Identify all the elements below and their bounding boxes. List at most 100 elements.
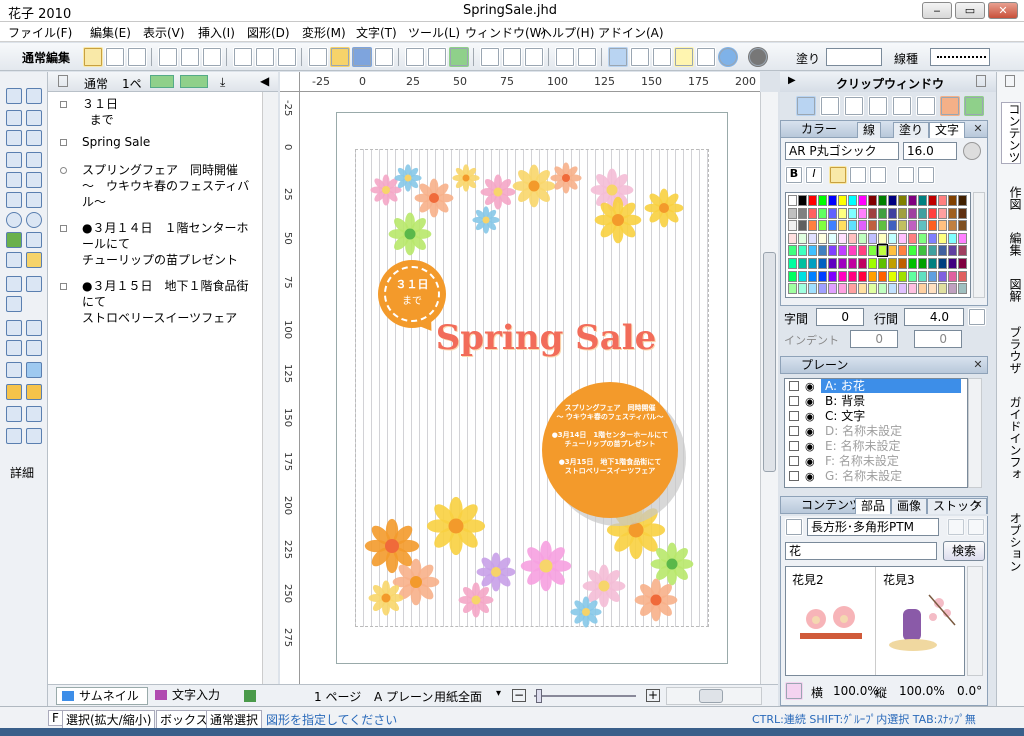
color-swatch[interactable] — [878, 283, 887, 295]
tab-fill[interactable]: 塗り — [893, 122, 930, 138]
tools-detail-label[interactable]: 詳細 — [10, 464, 34, 481]
stop-icon[interactable] — [748, 47, 768, 67]
flower-shape[interactable] — [476, 552, 516, 592]
status-select-scale[interactable]: 選択(拡大/縮小) — [62, 710, 156, 729]
color-swatch[interactable] — [868, 270, 877, 282]
color-swatch[interactable] — [788, 258, 797, 269]
edit-mode-icon[interactable] — [83, 47, 103, 67]
angle-value[interactable]: 0.0° — [957, 684, 982, 698]
color-swatch[interactable] — [878, 258, 887, 269]
color-swatch[interactable] — [838, 232, 847, 244]
color-swatch[interactable] — [868, 220, 877, 232]
color-swatch[interactable] — [918, 195, 927, 206]
dot-tool-icon[interactable] — [6, 252, 22, 268]
zoom-slider-thumb[interactable] — [536, 689, 542, 703]
zoom-out-icon[interactable]: − — [512, 689, 526, 702]
color-swatch[interactable] — [948, 220, 957, 232]
text-frame-icon[interactable] — [897, 166, 915, 184]
line-tool-icon[interactable] — [6, 172, 22, 188]
align-right-icon[interactable] — [869, 166, 887, 184]
color-swatch[interactable] — [818, 258, 827, 269]
status-normal-select[interactable]: 通常選択 — [206, 710, 263, 729]
color-swatch[interactable] — [878, 270, 887, 282]
color-swatch[interactable] — [918, 258, 927, 269]
color-swatch[interactable] — [838, 207, 847, 219]
outline-bullet[interactable] — [60, 139, 67, 146]
color-swatch[interactable] — [918, 245, 927, 257]
color-swatch[interactable] — [828, 220, 837, 232]
copy-icon[interactable] — [427, 47, 447, 67]
color-swatch[interactable] — [858, 283, 867, 295]
outline-line[interactable]: スプリングフェア 同時開催 — [82, 162, 238, 178]
menu-edit[interactable]: 編集(E) — [90, 24, 131, 41]
indent-input-b[interactable]: 0 — [914, 330, 962, 348]
fill-color-swatch[interactable] — [826, 48, 882, 66]
color-swatch[interactable] — [808, 283, 817, 295]
content-item-1[interactable]: 花見2 — [786, 567, 876, 675]
shadow-tool-icon[interactable] — [26, 340, 42, 356]
rotate-tool-icon[interactable] — [26, 88, 42, 104]
canvas-vertical-scrollbar[interactable] — [760, 92, 778, 684]
brush-tool-icon[interactable] — [26, 384, 42, 400]
plane-visible-checkbox[interactable] — [789, 471, 799, 481]
pointer-tool-icon[interactable] — [6, 110, 22, 126]
outline-move-icon[interactable] — [180, 75, 208, 88]
color-swatch[interactable] — [808, 270, 817, 282]
color-swatch[interactable] — [928, 258, 937, 269]
color-swatch[interactable] — [958, 195, 967, 206]
clip-leaf-icon[interactable] — [964, 96, 984, 116]
ruler-corner[interactable] — [280, 72, 300, 92]
color-swatch[interactable] — [828, 258, 837, 269]
tab-text[interactable]: 文字 — [929, 122, 966, 138]
table-icon[interactable] — [652, 47, 672, 67]
plane-name[interactable]: D: 名称未設定 — [821, 424, 961, 438]
eye-icon[interactable]: ◉ — [805, 470, 815, 484]
vtab-options[interactable]: オプション — [1001, 512, 1022, 572]
frame2-icon[interactable] — [180, 47, 200, 67]
clip-menu-icon[interactable] — [976, 75, 986, 87]
font-size-select[interactable]: 16.0 — [903, 142, 957, 160]
color-swatch[interactable] — [958, 207, 967, 219]
color-swatch[interactable] — [868, 283, 877, 295]
zoom-slider-track[interactable] — [534, 695, 636, 697]
color-swatch[interactable] — [888, 283, 897, 295]
color-swatch[interactable] — [868, 195, 877, 206]
menu-text[interactable]: 文字(T) — [356, 24, 397, 41]
plane-row[interactable]: ◉ A: お花 — [785, 379, 967, 394]
flower-shape[interactable] — [594, 196, 642, 244]
italic-button[interactable]: I — [805, 166, 823, 184]
minimize-button[interactable]: ‒ — [922, 2, 952, 19]
color-swatch[interactable] — [808, 195, 817, 206]
tab-images[interactable]: 画像 — [891, 498, 928, 514]
color-swatch[interactable] — [948, 245, 957, 257]
color-swatch[interactable] — [848, 270, 857, 282]
swap-tool-icon[interactable] — [26, 362, 42, 378]
color-swatch[interactable] — [938, 207, 947, 219]
node-tool-icon[interactable] — [26, 110, 42, 126]
color-swatch[interactable] — [838, 270, 847, 282]
spellcheck-icon[interactable] — [555, 47, 575, 67]
outline-line[interactable]: ストロベリースイーツフェア — [82, 310, 237, 326]
color-swatch[interactable] — [948, 207, 957, 219]
vtab-drawing[interactable]: 作図 — [1001, 186, 1022, 210]
help-icon[interactable] — [696, 47, 716, 67]
color-swatch[interactable] — [828, 207, 837, 219]
clip-chart-icon[interactable] — [844, 96, 864, 116]
color-swatch[interactable] — [898, 232, 907, 244]
color-swatch[interactable] — [798, 258, 807, 269]
color-swatch[interactable] — [938, 258, 947, 269]
menu-view[interactable]: 表示(V) — [143, 24, 185, 41]
scale-x-value[interactable]: 100.0% — [833, 684, 879, 698]
flower-shape[interactable] — [414, 178, 454, 218]
menu-tools[interactable]: ツール(L) — [408, 24, 460, 41]
color-swatch[interactable] — [838, 283, 847, 295]
color-swatch[interactable] — [888, 195, 897, 206]
color-swatch[interactable] — [798, 283, 807, 295]
color-swatch[interactable] — [818, 207, 827, 219]
outline-insert-icon[interactable] — [150, 75, 174, 88]
color-swatch[interactable] — [918, 232, 927, 244]
color-swatch[interactable] — [818, 195, 827, 206]
plane-name[interactable]: B: 背景 — [821, 394, 961, 408]
color-swatch[interactable] — [858, 245, 867, 257]
color-swatch[interactable] — [908, 207, 917, 219]
